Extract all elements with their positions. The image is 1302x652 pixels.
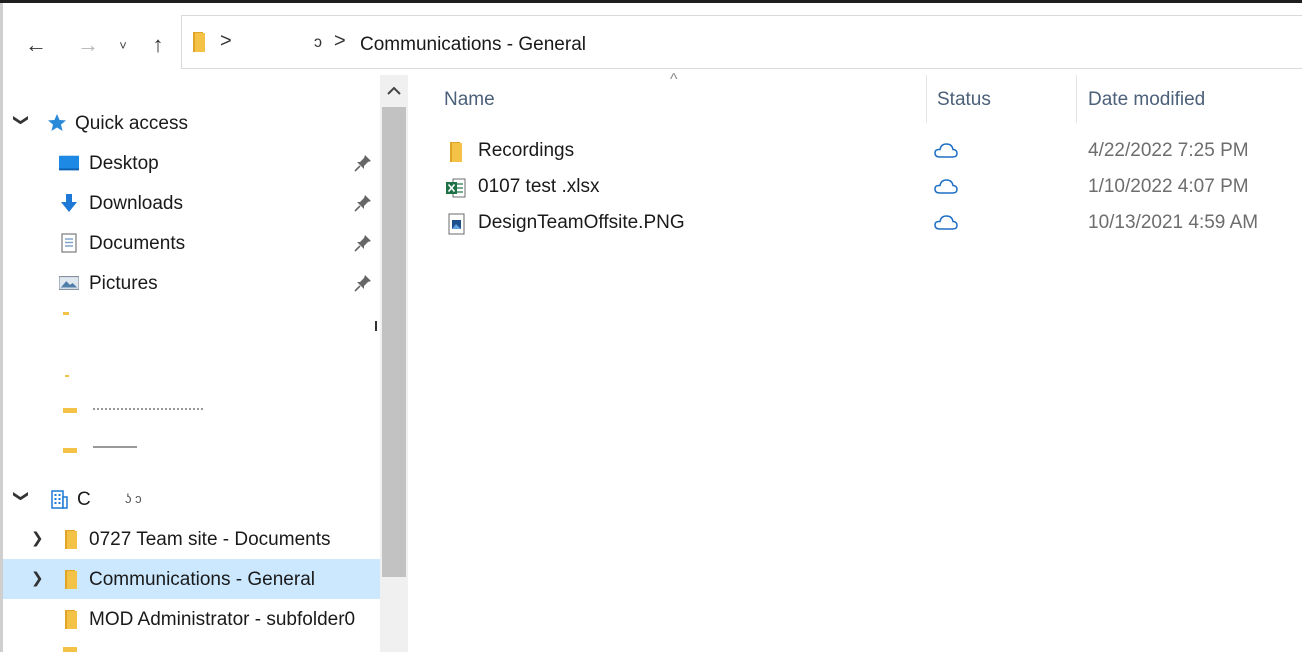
forward-button[interactable]: → bbox=[71, 27, 105, 63]
arrow-left-icon: ← bbox=[25, 32, 47, 57]
tree-label: Desktop bbox=[89, 153, 159, 174]
quick-access-documents[interactable]: Documents bbox=[3, 223, 380, 263]
file-row-xlsx[interactable]: 0107 test .xlsx 1/10/2022 4:07 PM bbox=[410, 169, 1302, 205]
file-name: Recordings bbox=[478, 140, 575, 161]
up-button[interactable]: ↑ bbox=[143, 27, 173, 63]
tree-label: MOD Administrator - subfolder0 bbox=[89, 609, 356, 630]
arrow-right-icon: → bbox=[77, 32, 99, 57]
redacted-pin-icon bbox=[375, 321, 377, 331]
recent-locations-button[interactable]: ˅ bbox=[113, 27, 133, 63]
tree-label: Downloads bbox=[89, 193, 183, 214]
column-header-name[interactable]: Name bbox=[444, 75, 495, 125]
redacted-folder-icon bbox=[63, 408, 77, 413]
folder-icon bbox=[65, 570, 77, 589]
pin-icon[interactable] bbox=[353, 153, 373, 173]
navigation-pane-scrollbar[interactable] bbox=[380, 75, 408, 652]
quick-access-node[interactable]: ❯ Quick access bbox=[3, 103, 380, 143]
breadcrumb-item[interactable]: ɔ bbox=[314, 34, 322, 52]
chevron-down-icon: ˅ bbox=[119, 37, 127, 53]
star-icon bbox=[48, 114, 66, 131]
breadcrumb-separator[interactable]: > bbox=[220, 30, 232, 53]
tree-item-team-site[interactable]: ❯ 0727 Team site - Documents bbox=[3, 519, 380, 559]
file-name: 0107 test .xlsx bbox=[478, 176, 600, 197]
quick-access-desktop[interactable]: Desktop bbox=[3, 143, 380, 183]
folder-icon bbox=[65, 610, 77, 629]
sort-ascending-icon: ^ bbox=[670, 71, 678, 88]
column-divider[interactable] bbox=[926, 75, 927, 123]
tree-label: Quick access bbox=[75, 113, 188, 134]
column-divider[interactable] bbox=[1076, 75, 1077, 123]
navigation-pane: ❯ Quick access Desktop Downloads Documen… bbox=[3, 75, 380, 652]
pin-icon[interactable] bbox=[353, 193, 373, 213]
file-list: ^ Name Status Date modified Recordings 4… bbox=[410, 71, 1302, 652]
file-date-modified: 1/10/2022 4:07 PM bbox=[1088, 176, 1249, 197]
tree-label: Documents bbox=[89, 233, 186, 254]
redacted-folder-icon bbox=[63, 312, 69, 315]
file-row-recordings[interactable]: Recordings 4/22/2022 7:25 PM bbox=[410, 133, 1302, 169]
quick-access-pictures[interactable]: Pictures bbox=[3, 263, 380, 303]
desktop-icon bbox=[59, 155, 79, 171]
documents-icon bbox=[61, 233, 77, 253]
file-row-png[interactable]: DesignTeamOffsite.PNG 10/13/2021 4:59 AM bbox=[410, 205, 1302, 241]
tree-item-mod-administrator[interactable]: MOD Administrator - subfolder0 bbox=[3, 599, 380, 639]
address-bar[interactable]: > ɔ > Communications - General bbox=[181, 15, 1302, 69]
pin-icon[interactable] bbox=[353, 273, 373, 293]
image-file-icon bbox=[448, 213, 465, 235]
pictures-icon bbox=[59, 276, 79, 290]
arrow-up-icon: ↑ bbox=[152, 32, 164, 57]
building-icon bbox=[51, 490, 68, 509]
tree-label: Pictures bbox=[89, 273, 158, 294]
file-name: DesignTeamOffsite.PNG bbox=[478, 212, 685, 233]
tree-label: Communications - General bbox=[89, 569, 315, 590]
chevron-right-icon[interactable]: ❯ bbox=[31, 529, 44, 547]
quick-access-downloads[interactable]: Downloads bbox=[3, 183, 380, 223]
redacted-label bbox=[93, 408, 203, 411]
breadcrumb-current[interactable]: Communications - General bbox=[360, 34, 586, 56]
column-header-status[interactable]: Status bbox=[937, 75, 991, 125]
downloads-icon bbox=[61, 194, 77, 212]
chevron-right-icon[interactable]: ❯ bbox=[31, 569, 44, 587]
folder-icon bbox=[63, 647, 77, 652]
redacted-folder-icon bbox=[63, 448, 77, 453]
folder-icon bbox=[65, 530, 77, 549]
scrollbar-thumb[interactable] bbox=[382, 107, 406, 577]
tree-label-fragment: ʖ ɔ bbox=[125, 491, 142, 506]
chevron-expanded-icon[interactable]: ❯ bbox=[12, 114, 30, 127]
file-date-modified: 10/13/2021 4:59 AM bbox=[1088, 212, 1259, 233]
back-button[interactable]: ← bbox=[19, 27, 53, 63]
scroll-up-button[interactable] bbox=[380, 77, 408, 105]
tree-label: 0727 Team site - Documents bbox=[89, 529, 331, 550]
folder-icon bbox=[450, 142, 462, 162]
chevron-up-icon bbox=[387, 86, 401, 95]
navigation-bar: ← → ˅ ↑ > ɔ > Communications - General bbox=[3, 3, 1302, 75]
chevron-expanded-icon[interactable]: ❯ bbox=[12, 490, 30, 503]
breadcrumb-separator[interactable]: > bbox=[334, 30, 346, 53]
pin-icon[interactable] bbox=[353, 233, 373, 253]
cloud-icon bbox=[934, 215, 958, 230]
redacted-folder-icon bbox=[65, 375, 69, 377]
file-date-modified: 4/22/2022 7:25 PM bbox=[1088, 140, 1249, 161]
folder-icon bbox=[193, 32, 205, 52]
tree-item-communications-general[interactable]: ❯ Communications - General bbox=[3, 559, 380, 599]
organization-node[interactable]: ❯ C ʖ ɔ bbox=[3, 479, 380, 519]
redacted-label bbox=[93, 446, 137, 452]
excel-icon bbox=[446, 178, 466, 198]
cloud-icon bbox=[934, 143, 958, 158]
cloud-icon bbox=[934, 179, 958, 194]
tree-label: C bbox=[77, 489, 91, 510]
column-header-date-modified[interactable]: Date modified bbox=[1088, 75, 1205, 125]
